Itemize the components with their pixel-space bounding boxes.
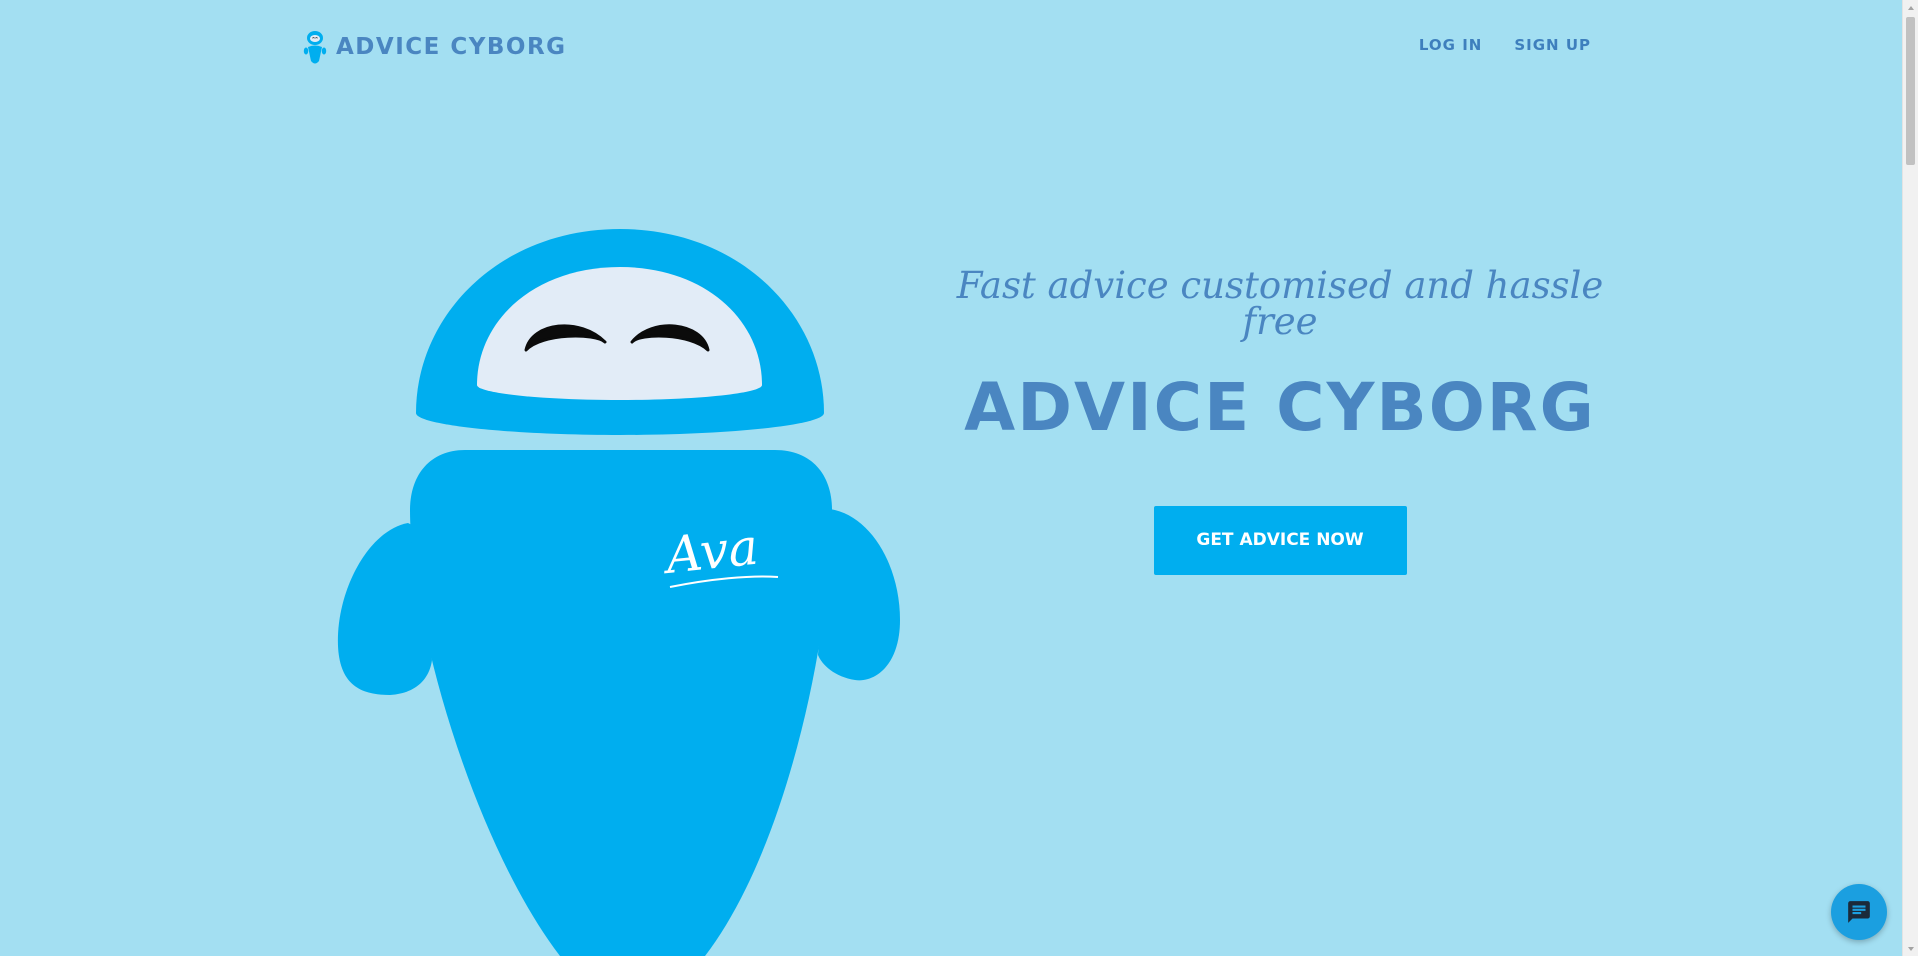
chat-button[interactable]: [1831, 884, 1887, 940]
get-advice-button[interactable]: GET ADVICE NOW: [1153, 506, 1407, 575]
brand-logo-link[interactable]: ADVICE CYBORG: [302, 30, 567, 64]
robot-icon: [303, 31, 327, 64]
chat-icon: [1848, 901, 1870, 923]
robot-name-label: Ava: [659, 518, 761, 586]
scroll-down-icon[interactable]: [1903, 941, 1918, 956]
login-link[interactable]: LOG IN: [1419, 36, 1482, 54]
scroll-thumb[interactable]: [1906, 17, 1915, 165]
scroll-up-icon[interactable]: [1903, 0, 1918, 15]
signup-link[interactable]: SIGN UP: [1514, 36, 1591, 54]
top-nav: LOG IN SIGN UP: [1419, 36, 1591, 54]
landing-page: ADVICE CYBORG LOG IN SIGN UP Ava Fast ad…: [0, 0, 1918, 956]
hero-headline: ADVICE CYBORG: [964, 369, 1596, 446]
robot-body: [410, 450, 832, 956]
hero-tagline: Fast advice customised and hassle free: [956, 264, 1604, 343]
hero-section: Fast advice customised and hassle free A…: [955, 264, 1605, 575]
robot-illustration: Ava: [337, 229, 900, 956]
brand-name: ADVICE CYBORG: [336, 34, 567, 60]
page-scrollbar[interactable]: [1902, 0, 1918, 956]
